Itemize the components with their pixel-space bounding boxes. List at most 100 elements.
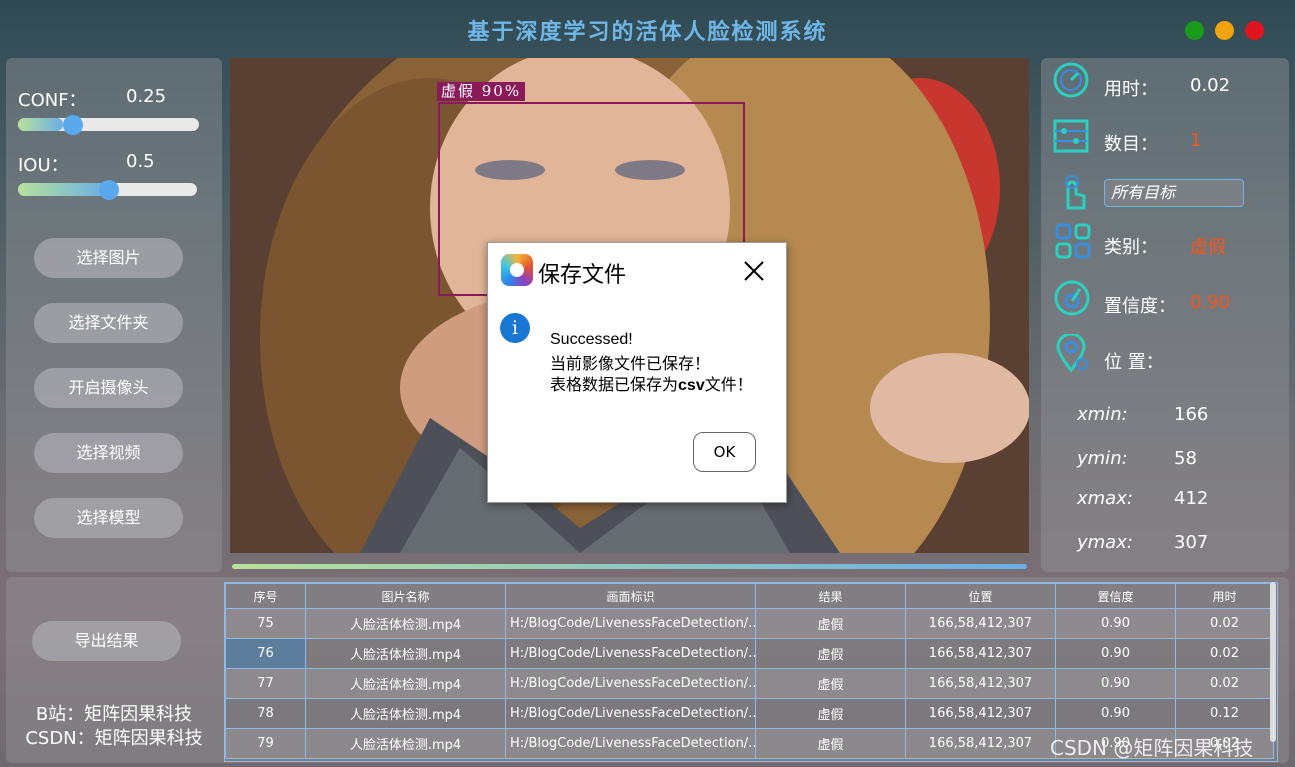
location-pin-icon [1056, 334, 1088, 372]
cell-frame-path[interactable]: H:/BlogCode/LivenessFaceDetection/... [505, 698, 756, 729]
cell-result[interactable]: 虚假 [755, 698, 906, 729]
dialog-message-line1: Successed! [550, 331, 633, 348]
info-icon: i [500, 313, 530, 343]
cell-image-name[interactable]: 人脸活体检测.mp4 [305, 728, 506, 759]
time-value: 0.02 [1190, 75, 1231, 96]
select-image-button[interactable]: 选择图片 [34, 238, 183, 278]
cell-position[interactable]: 166,58,412,307 [905, 668, 1056, 699]
app-logo-icon [501, 254, 533, 286]
watermark: CSDN @矩阵因果科技 [1050, 736, 1254, 760]
cell-time[interactable]: 0.02 [1175, 638, 1274, 669]
time-label: 用时： [1104, 79, 1158, 100]
cell-position[interactable]: 166,58,412,307 [905, 698, 1056, 729]
col-header-result[interactable]: 结果 [755, 583, 906, 609]
select-model-button[interactable]: 选择模型 [34, 498, 183, 538]
close-button[interactable] [1245, 21, 1264, 40]
ymax-label: ymax: [1077, 532, 1133, 553]
cell-index[interactable]: 75 [225, 608, 306, 639]
cell-confidence[interactable]: 0.90 [1055, 638, 1176, 669]
table-row[interactable]: 78 人脸活体检测.mp4 H:/BlogCode/LivenessFaceDete… [225, 698, 1274, 729]
close-icon[interactable] [742, 259, 766, 283]
cell-frame-path[interactable]: H:/BlogCode/LivenessFaceDetection/... [505, 608, 756, 639]
progress-bar-fill [232, 564, 1027, 569]
abacus-icon [1053, 119, 1089, 153]
cell-frame-path[interactable]: H:/BlogCode/LivenessFaceDetection/... [505, 668, 756, 699]
iou-label: IOU： [18, 155, 69, 176]
cell-confidence[interactable]: 0.90 [1055, 698, 1176, 729]
iou-value: 0.5 [126, 151, 155, 172]
minimize-button[interactable] [1215, 21, 1234, 40]
xmin-value: 166 [1174, 404, 1209, 425]
cell-index[interactable]: 76 [225, 638, 306, 669]
cell-index[interactable]: 79 [225, 728, 306, 759]
cell-confidence[interactable]: 0.90 [1055, 668, 1176, 699]
iou-slider-handle[interactable] [98, 180, 119, 200]
credit-csdn: CSDN：矩阵因果科技 [25, 728, 203, 749]
cell-position[interactable]: 166,58,412,307 [905, 608, 1056, 639]
app-title: 基于深度学习的活体人脸检测系统 [467, 19, 828, 45]
conf-slider[interactable] [18, 118, 199, 131]
count-value: 1 [1190, 130, 1202, 151]
position-label: 位 置： [1104, 352, 1164, 373]
credit-bilibili: B站：矩阵因果科技 [35, 704, 193, 725]
cell-result[interactable]: 虚假 [755, 668, 906, 699]
target-select[interactable]: 所有目标 [1104, 179, 1244, 207]
table-row[interactable]: 76 人脸活体检测.mp4 H:/BlogCode/LivenessFaceDete… [225, 638, 1274, 669]
table-row[interactable]: 77 人脸活体检测.mp4 H:/BlogCode/LivenessFaceDete… [225, 668, 1274, 699]
table-header-row: 序号 图片名称 画面标识 结果 位置 置信度 用时 [225, 583, 1274, 609]
dialog-message-line3: 表格数据已保存为csv文件！ [550, 371, 753, 395]
select-video-button[interactable]: 选择视频 [34, 433, 183, 473]
cell-time[interactable]: 0.02 [1175, 608, 1274, 639]
class-value: 虚假 [1190, 237, 1226, 258]
progress-bar [232, 564, 1027, 569]
table-scrollbar[interactable] [1270, 582, 1276, 742]
ymin-value: 58 [1174, 448, 1197, 469]
cell-result[interactable]: 虚假 [755, 728, 906, 759]
cell-frame-path[interactable]: H:/BlogCode/LivenessFaceDetection/... [505, 638, 756, 669]
conf-slider-fill [18, 118, 64, 131]
dialog-message-line3-pre: 表格数据已保存为 [550, 375, 679, 394]
open-camera-button[interactable]: 开启摄像头 [34, 368, 183, 408]
cell-position[interactable]: 166,58,412,307 [905, 728, 1056, 759]
col-header-confidence[interactable]: 置信度 [1055, 583, 1176, 609]
col-header-index[interactable]: 序号 [225, 583, 306, 609]
col-header-image-name[interactable]: 图片名称 [305, 583, 506, 609]
class-label: 类别： [1104, 237, 1158, 258]
dialog-title: 保存文件 [538, 263, 627, 288]
confidence-value: 0.90 [1190, 292, 1231, 313]
pointer-hand-icon [1065, 175, 1086, 210]
xmin-label: xmin: [1077, 404, 1128, 425]
col-header-position[interactable]: 位置 [905, 583, 1056, 609]
cell-frame-path[interactable]: H:/BlogCode/LivenessFaceDetection/... [505, 728, 756, 759]
cell-image-name[interactable]: 人脸活体检测.mp4 [305, 668, 506, 699]
cell-index[interactable]: 78 [225, 698, 306, 729]
cell-index[interactable]: 77 [225, 668, 306, 699]
cell-image-name[interactable]: 人脸活体检测.mp4 [305, 608, 506, 639]
cell-result[interactable]: 虚假 [755, 608, 906, 639]
count-label: 数目： [1104, 134, 1158, 155]
conf-value: 0.25 [126, 86, 167, 107]
dialog-message-line3-bold: csv [678, 377, 705, 394]
cell-confidence[interactable]: 0.90 [1055, 608, 1176, 639]
xmax-label: xmax: [1077, 488, 1133, 509]
cell-time[interactable]: 0.12 [1175, 698, 1274, 729]
cell-image-name[interactable]: 人脸活体检测.mp4 [305, 638, 506, 669]
export-results-button[interactable]: 导出结果 [32, 621, 181, 661]
speedometer-icon [1053, 62, 1089, 98]
cell-time[interactable]: 0.02 [1175, 668, 1274, 699]
maximize-button[interactable] [1185, 21, 1204, 40]
col-header-frame-path[interactable]: 画面标识 [505, 583, 756, 609]
cell-result[interactable]: 虚假 [755, 638, 906, 669]
table-row[interactable]: 75 人脸活体检测.mp4 H:/BlogCode/LivenessFaceDete… [225, 608, 1274, 639]
cell-image-name[interactable]: 人脸活体检测.mp4 [305, 698, 506, 729]
category-grid-icon [1055, 223, 1091, 259]
gauge-icon [1054, 280, 1090, 316]
col-header-time[interactable]: 用时 [1175, 583, 1274, 609]
dialog-message-line3-post: 文件！ [704, 375, 753, 394]
xmax-value: 412 [1174, 488, 1209, 509]
ok-button[interactable]: OK [693, 432, 756, 472]
select-folder-button[interactable]: 选择文件夹 [34, 303, 183, 343]
cell-position[interactable]: 166,58,412,307 [905, 638, 1056, 669]
iou-slider-fill [18, 183, 108, 196]
save-file-dialog: 保存文件 i Successed! 当前影像文件已保存！ 表格数据已保存为csv… [487, 242, 787, 503]
